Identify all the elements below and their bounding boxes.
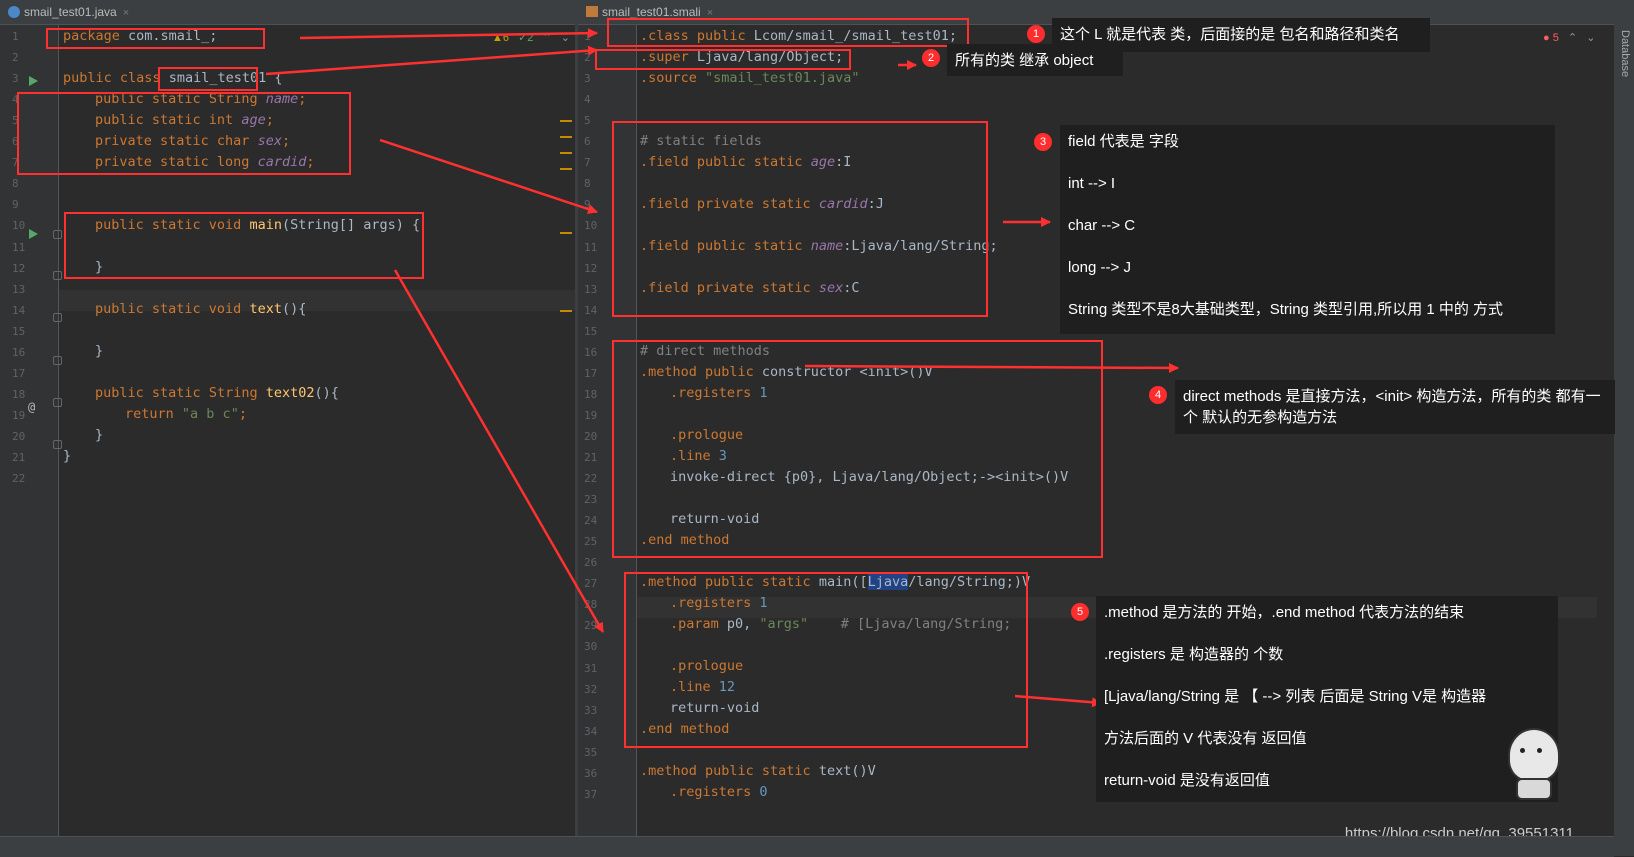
note-2: 所有的类 继承 object [947, 44, 1123, 76]
note-3: field 代表是 字段 int --> I char --> C long -… [1060, 125, 1555, 334]
arrow-direct-methods [804, 362, 1179, 373]
note-3-line: String 类型不是8大基础类型，String 类型引用,所以用 1 中的 方… [1068, 301, 1504, 318]
note-badge-5: 5 [1071, 603, 1089, 621]
note-5-line: .method 是方法的 开始，.end method 代表方法的结束 [1104, 604, 1465, 621]
note-5-line: .registers 是 构造器的 个数 [1104, 646, 1284, 663]
note-5-line: 方法后面的 V 代表没有 返回值 [1104, 730, 1307, 747]
arrow-main [393, 269, 605, 633]
note-5-line: return-void 是没有返回值 [1104, 772, 1270, 789]
note-3-line: char --> C [1068, 217, 1136, 234]
arrow-package-to-class [299, 28, 598, 40]
note-5: .method 是方法的 开始，.end method 代表方法的结束 .reg… [1096, 596, 1558, 802]
note-3-line: field 代表是 字段 [1068, 133, 1179, 150]
note-3-line: int --> I [1068, 175, 1116, 192]
arrow-class-to-class [265, 45, 598, 76]
note-badge-3: 3 [1034, 133, 1052, 151]
mascot-sticker [1502, 718, 1562, 802]
note-badge-4: 4 [1149, 386, 1167, 404]
status-bar [0, 836, 1614, 857]
note-badge-2: 2 [922, 49, 940, 67]
note-4: direct methods 是直接方法，<init> 构造方法，所有的类 都有… [1175, 380, 1615, 434]
note-3-line: long --> J [1068, 259, 1131, 276]
arrow-method-note [1014, 694, 1102, 708]
arrow-fields [379, 138, 598, 214]
note-5-line: [Ljava/lang/String 是 【 --> 列表 后面是 String… [1104, 688, 1487, 705]
note-badge-1: 1 [1027, 25, 1045, 43]
